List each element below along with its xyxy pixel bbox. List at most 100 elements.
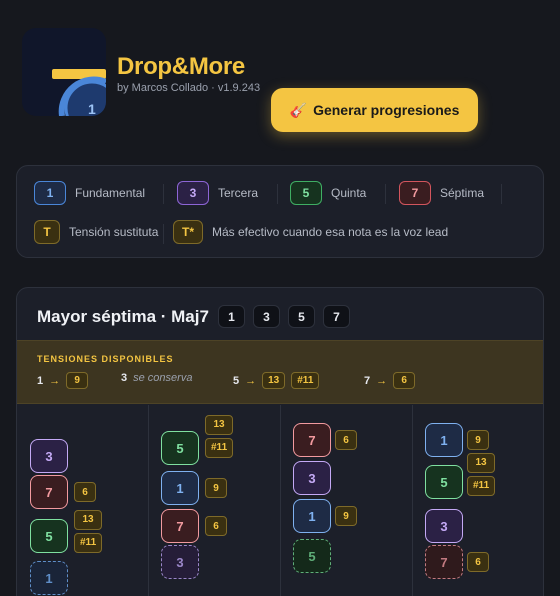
chord-card: Mayor séptima · Maj7 1 3 5 7 TENSIONES D…: [16, 287, 544, 596]
voicing-note: 3: [293, 461, 331, 495]
tension-from: 5: [233, 374, 240, 387]
legend-chip-fifth: 5: [290, 181, 322, 205]
legend-item-tension: T Tensión sustituta: [34, 220, 158, 244]
legend-item-root: 1 Fundamental: [34, 181, 145, 205]
tension-from: 1: [37, 374, 44, 387]
tension-badge: 6: [205, 516, 227, 536]
voicing-note: 3: [425, 509, 463, 543]
tension-badge: #11: [291, 372, 320, 389]
legend-divider: [163, 184, 164, 204]
voicing-tensions: 13 #11: [467, 452, 496, 496]
tension-badge: 6: [74, 482, 96, 502]
legend-item-tension-lead: T* Más efectivo cuando esa nota es la vo…: [173, 220, 448, 244]
voicing-note: 5: [30, 519, 68, 553]
chord-note-chip: 5: [288, 305, 315, 328]
voicing-note: 3: [30, 439, 68, 473]
app-subtitle: by Marcos Collado · v1.9.243: [117, 82, 261, 94]
voicing-note: 7: [293, 423, 331, 457]
legend-label-third: Tercera: [218, 186, 259, 200]
app-logo: 1: [22, 28, 106, 116]
tension-badge: 6: [335, 430, 357, 450]
voicing-note: 7: [161, 509, 199, 543]
voicing-tensions: 9: [467, 430, 489, 450]
legend-chip-seventh: 7: [399, 181, 431, 205]
voicing-note: 7: [30, 475, 68, 509]
app-title: Drop&More: [117, 53, 245, 80]
legend-item-seventh: 7 Séptima: [399, 181, 484, 205]
tension-badge: 9: [205, 478, 227, 498]
tension-mapping-root: 1 → 9: [37, 372, 89, 389]
arrow-right-icon: →: [376, 374, 388, 387]
tension-badge: #11: [467, 475, 496, 496]
tension-mapping-seventh: 7 → 6: [364, 372, 416, 389]
legend-label-root: Fundamental: [75, 186, 146, 200]
generate-button-label: Generar progresiones: [313, 102, 460, 118]
tension-from: 7: [364, 374, 371, 387]
tension-from: 3: [121, 372, 128, 384]
voicing-tensions: 6: [74, 482, 96, 502]
tension-badge: 13: [467, 452, 496, 473]
legend-chip-tension: T: [34, 220, 60, 244]
voicing-bass-note: 7: [425, 545, 463, 579]
legend-divider: [163, 224, 164, 244]
legend-item-third: 3 Tercera: [177, 181, 258, 205]
tension-badge: 13: [262, 372, 286, 389]
tension-badge: 6: [393, 372, 416, 389]
arrow-right-icon: →: [245, 374, 257, 387]
legend-label-seventh: Séptima: [440, 186, 485, 200]
voicing-tensions: 13 #11: [205, 414, 234, 458]
legend-divider: [385, 184, 386, 204]
legend-chip-root: 1: [34, 181, 66, 205]
voicing-note: 5: [161, 431, 199, 465]
voicing-note: 5: [425, 465, 463, 499]
legend-divider: [501, 184, 502, 204]
voicing-note: 1: [293, 499, 331, 533]
voicings-grid: 3 7 6 5 13 #11 1 5 13 #11 1 9 7 6 3 763195 1 9 5 13 #11 3 7…: [17, 405, 543, 596]
legend-label-fifth: Quinta: [331, 186, 367, 200]
tension-badge: #11: [74, 532, 103, 553]
tension-badge: 9: [335, 506, 357, 526]
voicing-column: 3 7 6 5 13 #11 1: [17, 405, 149, 596]
legend-label-tension: Tensión sustituta: [69, 225, 159, 239]
tensions-title: TENSIONES DISPONIBLES: [37, 354, 174, 364]
voicing-column: 763 195: [281, 405, 413, 596]
voicing-bass-note: 3: [161, 545, 199, 579]
tension-mapping-fifth: 5 → 13 #11: [233, 372, 320, 389]
logo-icon: 1: [52, 69, 106, 116]
legend-item-fifth: 5 Quinta: [290, 181, 366, 205]
arrow-right-icon: →: [49, 374, 61, 387]
voicing-note: 1: [161, 471, 199, 505]
chord-title: Mayor séptima · Maj7: [37, 307, 209, 326]
chord-note-chip: 7: [323, 305, 350, 328]
tension-mapping-third: 3 se conserva: [121, 372, 192, 384]
legend-divider: [277, 184, 278, 204]
tension-keep-note: se conserva: [133, 372, 193, 384]
voicing-tensions: 6: [467, 552, 489, 572]
legend-label-tension-lead: Más efectivo cuando esa nota es la voz l…: [212, 225, 449, 239]
legend-card: 1 Fundamental 3 Tercera 5 Quinta 7 Sépti…: [16, 165, 544, 258]
legend-chip-tension-lead: T*: [173, 220, 203, 244]
voicing-column: 1 9 5 13 #11 3 7 6: [413, 405, 543, 596]
voicing-bass-note: 5: [293, 539, 331, 573]
tension-badge: 9: [66, 372, 89, 389]
voicing-note: 1: [425, 423, 463, 457]
voicing-tensions: 6: [205, 516, 227, 536]
tension-badge: #11: [205, 437, 234, 458]
voicing-tensions: 6: [335, 430, 357, 450]
voicing-bass-note: 1: [30, 561, 68, 595]
voicing-tensions: 13 #11: [74, 509, 103, 553]
tension-badge: 6: [467, 552, 489, 572]
tension-badge: 9: [467, 430, 489, 450]
voicing-tensions: 9: [335, 506, 357, 526]
guitar-icon: 🎸: [289, 101, 308, 118]
generate-progressions-button[interactable]: 🎸 Generar progresiones: [271, 88, 478, 132]
tension-badge: 13: [74, 509, 103, 530]
legend-chip-third: 3: [177, 181, 209, 205]
logo-badge: 1: [88, 101, 96, 116]
tensions-panel: TENSIONES DISPONIBLES 1 → 9 3 se conserv…: [17, 340, 543, 404]
voicing-column: 5 13 #11 1 9 7 6 3: [149, 405, 281, 596]
chord-note-chip: 1: [218, 305, 245, 328]
tension-badge: 13: [205, 414, 234, 435]
chord-note-chip: 3: [253, 305, 280, 328]
voicing-tensions: 9: [205, 478, 227, 498]
